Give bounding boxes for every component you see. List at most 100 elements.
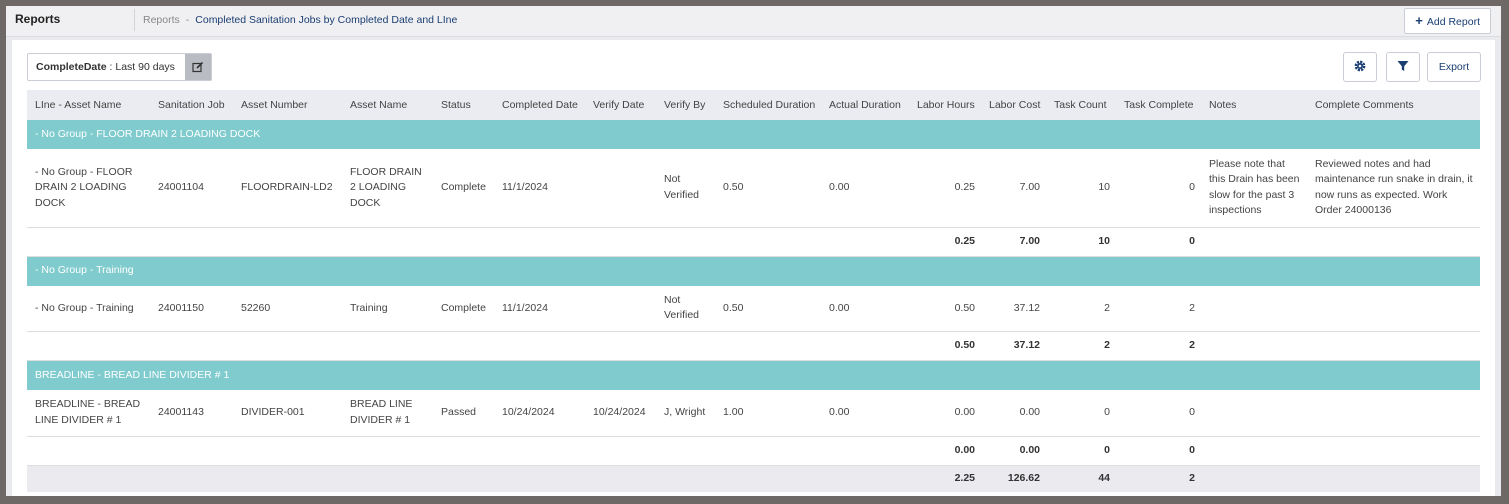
column-header[interactable]: Actual Duration — [821, 90, 909, 120]
subtotal-labor-hours: 0.50 — [909, 331, 981, 361]
page-title: Reports — [15, 12, 61, 26]
report-panel: CompleteDate : Last 90 days Export LIne … — [12, 40, 1495, 496]
cell-task-complete: 2 — [1116, 285, 1201, 332]
subtotal-task-count: 2 — [1046, 331, 1116, 361]
cell-comments — [1307, 390, 1480, 437]
total-spacer — [1201, 465, 1480, 492]
cell-completed-date: 11/1/2024 — [494, 285, 585, 332]
cell-verify-date — [585, 285, 656, 332]
cell-scheduled: 0.50 — [715, 149, 821, 228]
table-row: BREADLINE - BREAD LINE DIVIDER # 1 24001… — [27, 390, 1480, 437]
total-labor-cost: 126.62 — [981, 465, 1046, 492]
subtotal-row: 0.00 0.00 0 0 — [27, 436, 1480, 466]
cell-asset-name: BREAD LINE DIVIDER # 1 — [342, 390, 433, 437]
subtotal-spacer — [27, 436, 909, 466]
cell-actual: 0.00 — [821, 390, 909, 437]
filter-button[interactable] — [1386, 52, 1420, 82]
cell-asset-number: 52260 — [233, 285, 342, 332]
column-header[interactable]: Status — [433, 90, 494, 120]
cell-labor-cost: 7.00 — [981, 149, 1046, 228]
breadcrumb-current: Completed Sanitation Jobs by Completed D… — [195, 14, 458, 26]
group-label: - No Group - Training — [27, 256, 1480, 286]
breadcrumb-separator: - — [185, 14, 190, 26]
table-row: - No Group - Training 24001150 52260 Tra… — [27, 285, 1480, 332]
group-label: - No Group - FLOOR DRAIN 2 LOADING DOCK — [27, 120, 1480, 149]
group-row: BREADLINE - BREAD LINE DIVIDER # 1 — [27, 360, 1480, 390]
cell-task-count: 0 — [1046, 390, 1116, 437]
column-header[interactable]: LIne - Asset Name — [27, 90, 150, 120]
breadcrumb-root[interactable]: Reports — [143, 14, 180, 26]
add-report-label: Add Report — [1426, 16, 1480, 28]
cell-asset-number: DIVIDER-001 — [233, 390, 342, 437]
filter-field: CompleteDate — [36, 61, 107, 73]
cell-comments: Reviewed notes and had maintenance run s… — [1307, 149, 1480, 228]
funnel-icon — [1397, 60, 1409, 75]
column-header[interactable]: Labor Hours — [909, 90, 981, 120]
cell-job: 24001104 — [150, 149, 233, 228]
cell-status: Passed — [433, 390, 494, 437]
subtotal-row: 0.25 7.00 10 0 — [27, 227, 1480, 257]
table-row: - No Group - FLOOR DRAIN 2 LOADING DOCK … — [27, 149, 1480, 228]
cell-labor-hours: 0.00 — [909, 390, 981, 437]
cell-line-asset: - No Group - FLOOR DRAIN 2 LOADING DOCK — [27, 149, 150, 228]
total-spacer — [27, 465, 909, 492]
plus-icon: + — [1415, 13, 1423, 28]
column-header[interactable]: Completed Date — [494, 90, 585, 120]
column-header[interactable]: Verify Date — [585, 90, 656, 120]
column-header[interactable]: Asset Name — [342, 90, 433, 120]
cell-line-asset: BREADLINE - BREAD LINE DIVIDER # 1 — [27, 390, 150, 437]
edit-icon[interactable] — [184, 54, 211, 80]
filter-label: CompleteDate : Last 90 days — [28, 61, 185, 73]
subtotal-labor-cost: 0.00 — [981, 436, 1046, 466]
cell-completed-date: 11/1/2024 — [494, 149, 585, 228]
cell-notes — [1201, 285, 1307, 332]
cell-task-count: 2 — [1046, 285, 1116, 332]
cell-asset-name: FLOOR DRAIN 2 LOADING DOCK — [342, 149, 433, 228]
divider — [134, 9, 135, 31]
column-header[interactable]: Notes — [1201, 90, 1307, 120]
column-header[interactable]: Verify By — [656, 90, 715, 120]
cell-job: 24001143 — [150, 390, 233, 437]
group-row: - No Group - Training — [27, 256, 1480, 286]
cell-task-complete: 0 — [1116, 149, 1201, 228]
top-bar: Reports Reports - Completed Sanitation Job… — [6, 6, 1501, 37]
cell-verify-by: Not Verified — [656, 149, 715, 228]
cell-task-complete: 0 — [1116, 390, 1201, 437]
export-button[interactable]: Export — [1427, 52, 1481, 82]
group-label: BREADLINE - BREAD LINE DIVIDER # 1 — [27, 360, 1480, 390]
cell-actual: 0.00 — [821, 285, 909, 332]
column-header[interactable]: Scheduled Duration — [715, 90, 821, 120]
cell-status: Complete — [433, 285, 494, 332]
settings-button[interactable] — [1343, 52, 1377, 82]
total-task-count: 44 — [1046, 465, 1116, 492]
total-labor-hours: 2.25 — [909, 465, 981, 492]
table-header-row: LIne - Asset Name Sanitation Job Asset N… — [27, 90, 1480, 120]
column-header[interactable]: Complete Comments — [1307, 90, 1480, 120]
column-header[interactable]: Sanitation Job — [150, 90, 233, 120]
cell-actual: 0.00 — [821, 149, 909, 228]
cell-notes: Please note that this Drain has been slo… — [1201, 149, 1307, 228]
group-row: - No Group - FLOOR DRAIN 2 LOADING DOCK — [27, 120, 1480, 149]
cell-completed-date: 10/24/2024 — [494, 390, 585, 437]
add-report-button[interactable]: + Add Report — [1404, 8, 1491, 34]
subtotal-spacer — [1201, 227, 1480, 257]
breadcrumb: Reports - Completed Sanitation Jobs by Com… — [143, 14, 457, 26]
subtotal-labor-hours: 0.00 — [909, 436, 981, 466]
cell-verify-by: Not Verified — [656, 285, 715, 332]
column-header[interactable]: Labor Cost — [981, 90, 1046, 120]
subtotal-task-complete: 0 — [1116, 436, 1201, 466]
subtotal-labor-cost: 37.12 — [981, 331, 1046, 361]
column-header[interactable]: Asset Number — [233, 90, 342, 120]
cell-scheduled: 1.00 — [715, 390, 821, 437]
cell-status: Complete — [433, 149, 494, 228]
subtotal-spacer — [27, 227, 909, 257]
complete-date-filter[interactable]: CompleteDate : Last 90 days — [27, 53, 212, 81]
cell-labor-hours: 0.50 — [909, 285, 981, 332]
subtotal-spacer — [1201, 436, 1480, 466]
cell-labor-cost: 0.00 — [981, 390, 1046, 437]
column-header[interactable]: Task Count — [1046, 90, 1116, 120]
subtotal-row: 0.50 37.12 2 2 — [27, 331, 1480, 361]
subtotal-labor-cost: 7.00 — [981, 227, 1046, 257]
column-header[interactable]: Task Complete — [1116, 90, 1201, 120]
gear-icon — [1353, 59, 1367, 76]
